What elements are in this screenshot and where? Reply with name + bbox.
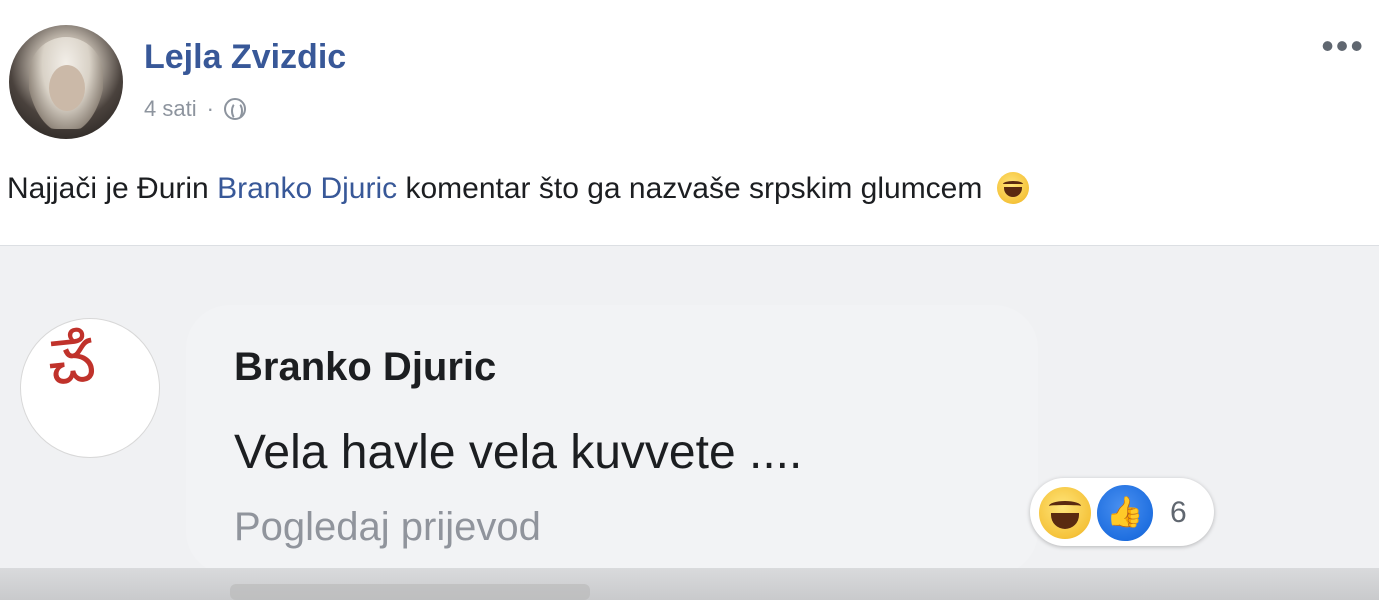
post-text-before: Najjači je Đurin — [7, 172, 218, 205]
meta-separator: · — [206, 96, 214, 121]
post-author-avatar[interactable] — [9, 25, 123, 139]
post-author-name[interactable]: Lejla Zvizdic — [144, 38, 346, 77]
obscured-actions-row — [230, 584, 590, 600]
post-timestamp[interactable]: 4 sati — [144, 96, 197, 122]
post-text: Najjači je Đurin Branko Djuric komentar … — [7, 172, 1029, 206]
thumbs-up-glyph: 👍 — [1106, 496, 1144, 529]
post-meta: 4 sati · — [144, 96, 246, 122]
post-mention-link[interactable]: Branko Djuric — [217, 172, 397, 205]
reaction-summary[interactable]: 👍 6 — [1030, 478, 1214, 546]
comment-text: Vela havle vela kuvvete .... — [234, 426, 803, 479]
like-icon: 👍 — [1094, 482, 1156, 544]
post-text-after: komentar što ga nazvaše srpskim glumcem — [397, 172, 983, 205]
laughing-emoji-icon — [996, 172, 1029, 204]
haha-icon — [1036, 484, 1094, 542]
comment-author-avatar[interactable]: ౘ — [20, 318, 160, 458]
globe-icon[interactable] — [223, 98, 246, 120]
bottom-fade — [0, 568, 1379, 600]
avatar-face — [49, 65, 85, 111]
more-options-icon[interactable]: ••• — [1321, 28, 1365, 64]
signature-logo-icon: ౘ — [44, 321, 99, 400]
see-translation-link[interactable]: Pogledaj prijevod — [234, 505, 541, 550]
comment-author-name[interactable]: Branko Djuric — [234, 345, 496, 390]
reaction-count: 6 — [1170, 496, 1187, 529]
post-card: Lejla Zvizdic 4 sati · ••• Najjači je Đu… — [0, 0, 1379, 246]
comment-bubble: Branko Djuric Vela havle vela kuvvete ..… — [186, 305, 1038, 575]
